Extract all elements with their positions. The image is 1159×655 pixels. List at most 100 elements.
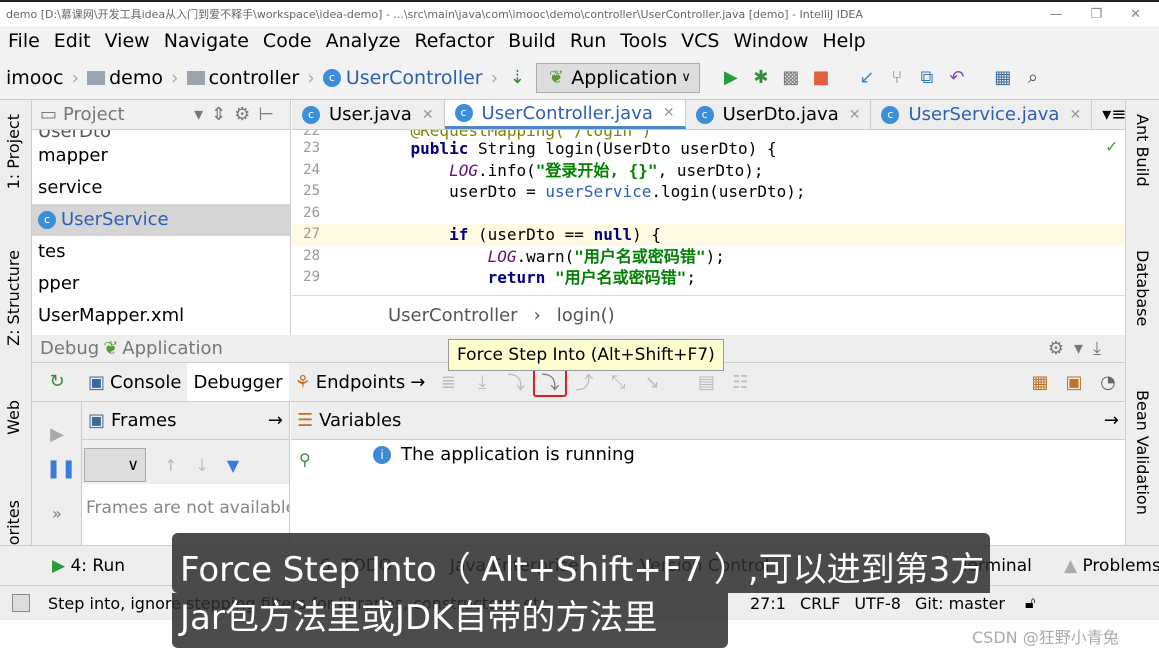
menu-vcs[interactable]: VCS <box>681 30 719 52</box>
pause-icon[interactable]: ❚❚ <box>46 458 76 480</box>
close-icon[interactable]: ✕ <box>663 105 675 121</box>
crumb-controller[interactable]: controller <box>186 67 299 89</box>
menu-edit[interactable]: Edit <box>54 30 91 52</box>
menu-help[interactable]: Help <box>822 30 865 52</box>
file-encoding[interactable]: UTF-8 <box>854 594 901 613</box>
settings-icon[interactable]: ⚙▾⤓ <box>1048 338 1125 359</box>
tab-usercontroller-java[interactable]: c UserController.java ✕ <box>444 100 686 129</box>
trace-icon[interactable]: ☷ <box>723 372 757 393</box>
view-breakpoints-icon[interactable]: ▣ <box>1057 372 1091 393</box>
tab-userservice-java[interactable]: c UserService.java ✕ <box>871 100 1093 129</box>
tab-debugger[interactable]: Debugger <box>187 363 289 401</box>
pin-icon[interactable]: → <box>268 410 289 431</box>
tool-tab-java-enterprise[interactable]: Java Enterprise <box>450 556 579 576</box>
project-settings-icon[interactable]: ▾⇕⚙⊢ <box>194 104 290 125</box>
restore-layout-icon[interactable]: ▦ <box>1023 372 1057 393</box>
chevron-right-icon: › <box>533 305 541 326</box>
show-execution-point-icon[interactable]: ≣ <box>431 372 465 393</box>
step-over-icon[interactable]: ⤓ <box>465 372 499 393</box>
tool-tab-problems[interactable]: ▲ Problems <box>1064 556 1159 576</box>
menu-build[interactable]: Build <box>508 30 556 52</box>
tree-item[interactable]: mapper <box>32 140 290 172</box>
menu-view[interactable]: View <box>105 30 150 52</box>
tree-item[interactable]: service <box>32 172 290 204</box>
project-title[interactable]: Project <box>63 104 125 125</box>
thread-select[interactable]: ∨ <box>84 448 146 482</box>
tool-tab-structure[interactable]: Z: Structure <box>4 250 23 346</box>
close-button[interactable]: ✕ <box>1130 7 1141 22</box>
step-into-icon[interactable]: ⤵ <box>499 369 533 395</box>
close-icon[interactable]: ✕ <box>422 107 434 123</box>
menu-refactor[interactable]: Refactor <box>414 30 494 52</box>
resume-icon[interactable]: ▶ <box>46 424 68 446</box>
drop-frame-icon[interactable]: ⤡ <box>601 372 635 393</box>
debug-icon[interactable]: ✱ <box>750 67 772 89</box>
project-structure-icon[interactable]: ▦ <box>992 67 1014 89</box>
coverage-icon[interactable]: ▩ <box>780 67 802 89</box>
tree-item[interactable]: pper <box>32 268 290 300</box>
tree-item-selected[interactable]: c UserService <box>32 204 290 236</box>
menu-code[interactable]: Code <box>263 30 312 52</box>
lock-icon[interactable]: 🔓︎ <box>1025 593 1035 613</box>
menu-tools[interactable]: Tools <box>620 30 667 52</box>
down-arrow-icon[interactable]: ↓ <box>195 456 208 475</box>
restore-button[interactable]: ❐ <box>1090 7 1102 22</box>
crumb-method[interactable]: login() <box>557 305 615 326</box>
tool-tab-version-control[interactable]: Version Control <box>640 556 769 576</box>
vcs-compare-icon[interactable]: ⧉ <box>916 67 938 89</box>
memory-icon[interactable]: ◔ <box>1091 372 1125 393</box>
tool-tab-todo[interactable]: 6: TODO <box>320 556 392 576</box>
evaluate-icon[interactable]: ▤ <box>689 372 723 393</box>
menu-file[interactable]: File <box>8 30 40 52</box>
vcs-branch-icon[interactable]: ⑂ <box>886 67 908 89</box>
sort-icon[interactable]: ⇣ <box>506 67 528 89</box>
tool-tab-terminal[interactable]: Terminal <box>960 556 1032 576</box>
tab-endpoints[interactable]: ⚘ Endpoints → <box>289 363 432 401</box>
tool-tab-web[interactable]: Web <box>4 400 23 435</box>
close-icon[interactable]: ✕ <box>1069 107 1081 123</box>
tree-item[interactable]: UserMapper.xml <box>32 300 290 332</box>
search-icon[interactable]: ⌕ <box>1022 67 1044 89</box>
run-config-select[interactable]: ❦ Application ∨ <box>536 62 700 93</box>
step-out-icon[interactable]: ⤴ <box>567 369 601 395</box>
line-separator[interactable]: CRLF <box>800 594 840 613</box>
rerun-icon[interactable]: ↻ <box>32 371 82 393</box>
code-editor[interactable]: 22 @RequestMapping("/login") 23 public S… <box>292 130 1125 295</box>
run-to-cursor-icon[interactable]: ↘ <box>635 372 669 393</box>
menu-run[interactable]: Run <box>570 30 606 52</box>
crumb-imooc[interactable]: imooc <box>6 67 63 89</box>
status-toggle-icon[interactable] <box>12 594 30 612</box>
tab-userdto-java[interactable]: c UserDto.java ✕ <box>686 100 872 129</box>
crumb-demo[interactable]: demo <box>87 67 163 89</box>
force-step-into-button[interactable]: ⤵ <box>533 367 568 397</box>
menu-window[interactable]: Window <box>733 30 808 52</box>
stop-icon[interactable]: ■ <box>810 67 832 89</box>
tool-tab-run[interactable]: ▶ 4: Run <box>52 556 125 576</box>
more-icon[interactable]: » <box>52 504 81 523</box>
vcs-branch[interactable]: Git: master <box>915 594 1005 613</box>
revert-icon[interactable]: ↶ <box>946 67 968 89</box>
up-arrow-icon[interactable]: ↑ <box>164 456 177 475</box>
tool-tab-ant-build[interactable]: Ant Build <box>1133 114 1152 187</box>
debug-config-tab[interactable]: Application <box>122 338 223 359</box>
pin-icon[interactable]: → <box>1104 410 1125 431</box>
tree-item[interactable]: tes <box>32 236 290 268</box>
menu-navigate[interactable]: Navigate <box>164 30 249 52</box>
vcs-update-icon[interactable]: ↙ <box>856 67 878 89</box>
tool-tab-bean-validation[interactable]: Bean Validation <box>1133 390 1152 515</box>
tool-tab-favorites[interactable]: orites <box>4 500 23 545</box>
minimize-button[interactable]: — <box>1049 7 1062 22</box>
close-icon[interactable]: ✕ <box>849 107 861 123</box>
crumb-usercontroller[interactable]: c UserController <box>322 67 483 89</box>
tool-tab-project[interactable]: 1: Project <box>4 114 23 189</box>
tool-tab-database[interactable]: Database <box>1133 250 1152 326</box>
caret-position[interactable]: 27:1 <box>750 594 786 613</box>
tab-user-java[interactable]: c User.java ✕ <box>292 100 445 129</box>
menu-analyze[interactable]: Analyze <box>326 30 401 52</box>
tree-item[interactable]: UserDto <box>32 130 290 140</box>
run-icon[interactable]: ▶ <box>720 67 742 89</box>
filter-icon[interactable]: ▼ <box>227 456 239 475</box>
crumb-class[interactable]: UserController <box>388 305 518 326</box>
new-watch-icon[interactable]: ⚲ <box>299 450 311 469</box>
tab-console[interactable]: ▣ Console <box>82 363 187 401</box>
